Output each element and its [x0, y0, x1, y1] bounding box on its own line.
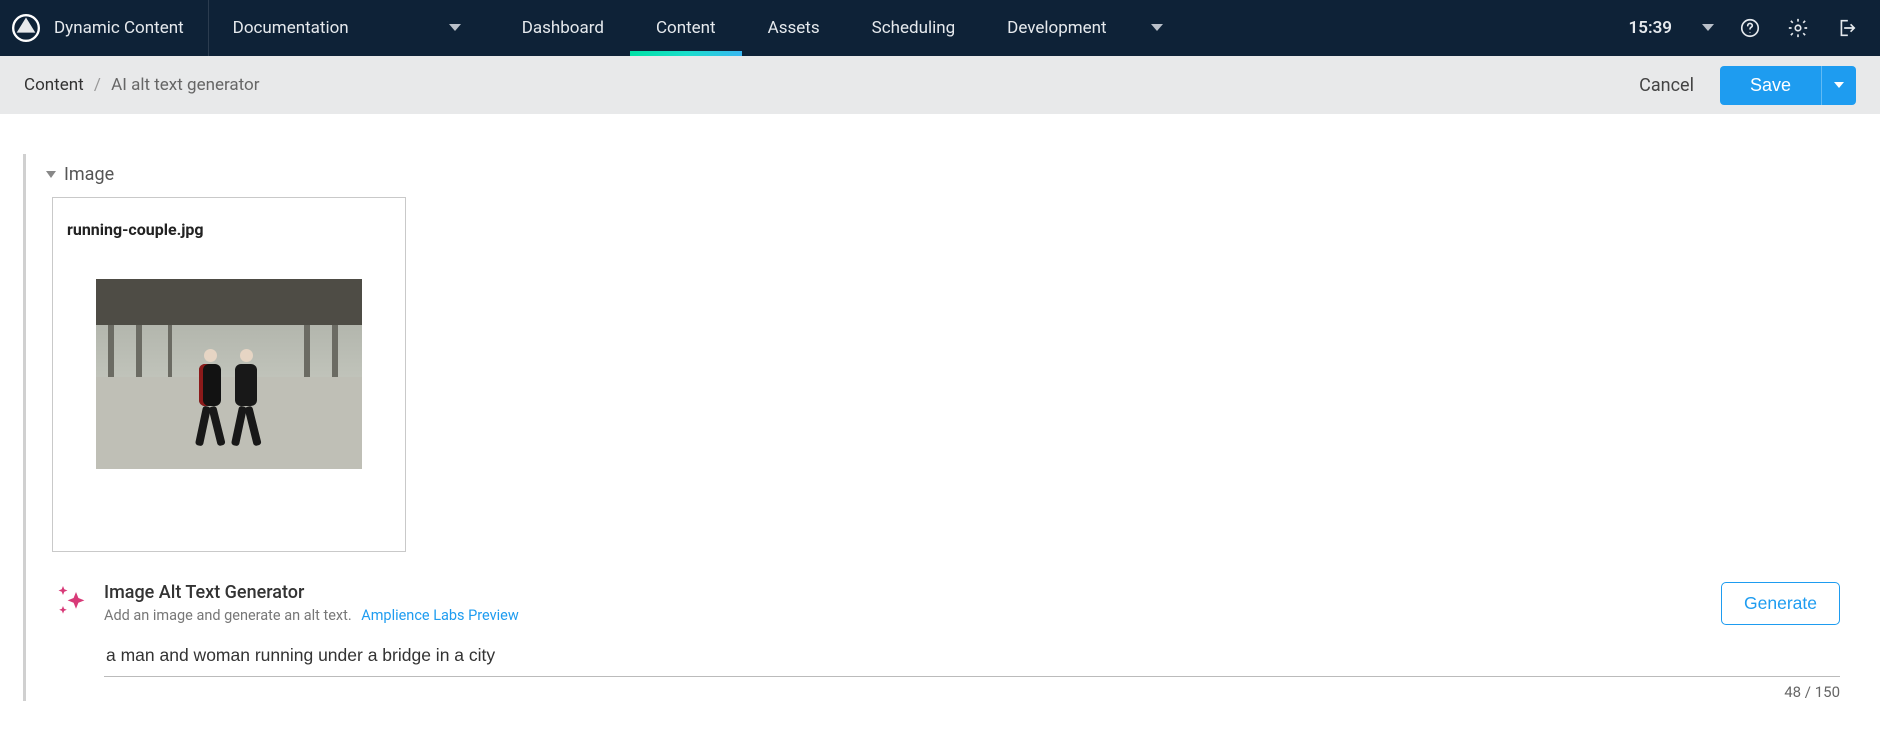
help-button[interactable] [1730, 8, 1770, 48]
chevron-down-icon [449, 24, 461, 32]
save-button[interactable]: Save [1720, 66, 1821, 105]
chevron-down-icon [1151, 24, 1163, 32]
time-selector[interactable]: 15:39 [1621, 18, 1722, 38]
save-dropdown-button[interactable] [1821, 66, 1856, 105]
tab-assets[interactable]: Assets [742, 0, 846, 56]
tab-content[interactable]: Content [630, 0, 742, 56]
image-section-label: Image [64, 164, 114, 185]
alt-gen-subtitle: Add an image and generate an alt text. A… [104, 607, 1709, 624]
time-label: 15:39 [1629, 18, 1672, 38]
sub-actions: Cancel Save [1629, 66, 1856, 105]
logo-icon [12, 14, 40, 42]
alt-text-generator: Image Alt Text Generator Add an image an… [26, 552, 1880, 625]
sub-bar: Content / AI alt text generator Cancel S… [0, 56, 1880, 114]
help-icon [1739, 17, 1761, 39]
tab-more[interactable] [1133, 0, 1181, 56]
generate-button[interactable]: Generate [1721, 582, 1840, 625]
settings-button[interactable] [1778, 8, 1818, 48]
image-preview [96, 279, 362, 469]
image-filename: running-couple.jpg [67, 220, 391, 239]
tab-dashboard[interactable]: Dashboard [496, 0, 630, 56]
logout-icon [1835, 17, 1857, 39]
alt-text-input[interactable] [104, 639, 1840, 677]
brand-label: Dynamic Content [54, 18, 184, 38]
gear-icon [1787, 17, 1809, 39]
alt-input-row: 48 / 150 [26, 625, 1880, 701]
content-block: Image running-couple.jpg Image Alt Text … [23, 154, 1880, 701]
cancel-button[interactable]: Cancel [1629, 67, 1704, 104]
chevron-down-icon [1702, 24, 1714, 32]
alt-gen-title: Image Alt Text Generator [104, 582, 1709, 603]
brand-block: Dynamic Content [0, 0, 209, 56]
save-group: Save [1720, 66, 1856, 105]
nav-tabs: Dashboard Content Assets Scheduling Deve… [496, 0, 1181, 56]
breadcrumb-sep: / [88, 75, 107, 95]
tab-scheduling[interactable]: Scheduling [846, 0, 982, 56]
breadcrumb-current: AI alt text generator [111, 75, 259, 95]
breadcrumb-root[interactable]: Content [24, 75, 84, 95]
breadcrumb: Content / AI alt text generator [24, 75, 260, 95]
chevron-down-icon [46, 171, 56, 178]
nav-right: 15:39 [1607, 0, 1880, 56]
char-count: 48 / 150 [104, 683, 1840, 701]
image-section-header[interactable]: Image [26, 154, 1880, 197]
sparkle-icon [52, 580, 92, 620]
editor-body: Image running-couple.jpg Image Alt Text … [0, 114, 1880, 731]
hub-selector[interactable]: Documentation [209, 0, 486, 56]
alt-gen-body: Image Alt Text Generator Add an image an… [104, 582, 1709, 624]
logout-button[interactable] [1826, 8, 1866, 48]
top-nav: Dynamic Content Documentation Dashboard … [0, 0, 1880, 56]
labs-preview-link[interactable]: Amplience Labs Preview [361, 607, 519, 624]
tab-development[interactable]: Development [981, 0, 1132, 56]
image-card[interactable]: running-couple.jpg [52, 197, 406, 552]
hub-name: Documentation [233, 18, 349, 38]
